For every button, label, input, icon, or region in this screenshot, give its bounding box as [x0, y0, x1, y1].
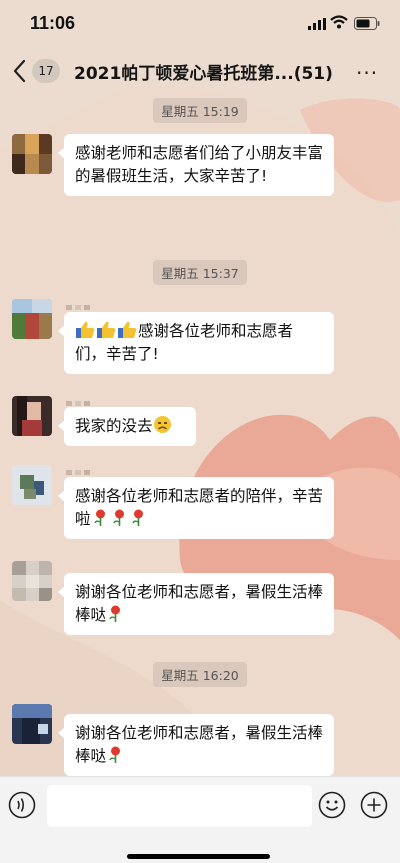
sad-face-emoji: [153, 416, 171, 433]
sender-name-blurred: [66, 461, 96, 475]
timestamp: 星期五 15:37: [0, 260, 400, 285]
rose-emoji: [109, 746, 121, 763]
emoji-icon[interactable]: [318, 791, 346, 819]
thumbs-up-emoji: [118, 321, 137, 338]
avatar[interactable]: [12, 299, 52, 339]
rose-emoji: [131, 509, 143, 526]
signal-icon: [308, 18, 326, 30]
sender-name-blurred: [66, 296, 96, 310]
input-bar: [0, 776, 400, 863]
avatar[interactable]: [12, 134, 52, 174]
avatar[interactable]: [12, 704, 52, 744]
voice-icon[interactable]: [8, 791, 36, 819]
back-button[interactable]: [10, 57, 32, 85]
timestamp: 星期五 16:20: [0, 662, 400, 687]
rose-emoji: [112, 509, 124, 526]
status-bar: 11:06: [0, 0, 400, 46]
wifi-icon: [330, 15, 348, 29]
thumbs-up-emoji: [76, 321, 95, 338]
timestamp: 星期五 15:19: [0, 98, 400, 123]
more-options-button[interactable]: ···: [356, 61, 378, 85]
message-input[interactable]: [47, 785, 312, 827]
avatar[interactable]: [12, 561, 52, 601]
avatar[interactable]: [12, 396, 52, 436]
message-text: 感谢老师和志愿者们给了小朋友丰富的暑假班生活，大家辛苦了!: [75, 144, 324, 185]
message-bubble[interactable]: 我家的没去: [58, 407, 196, 446]
message-bubble[interactable]: 感谢各位老师和志愿者们，辛苦了!: [58, 312, 334, 374]
chat-header: 17 2021帕丁顿爱心暑托班第...(51) ···: [0, 46, 400, 96]
message-bubble[interactable]: 感谢各位老师和志愿者的陪伴，辛苦啦: [58, 477, 334, 539]
message-bubble[interactable]: 谢谢各位老师和志愿者，暑假生活棒棒哒: [58, 573, 334, 635]
status-time: 11:06: [30, 13, 76, 33]
member-count: (51): [293, 64, 333, 84]
thumbs-up-emoji: [97, 321, 116, 338]
home-indicator: [127, 854, 270, 859]
message-list[interactable]: 星期五 15:19 感谢老师和志愿者们给了小朋友丰富的暑假班生活，大家辛苦了! …: [0, 96, 400, 776]
rose-emoji: [93, 509, 105, 526]
sender-name-blurred: [66, 392, 96, 406]
message-text: 我家的没去: [75, 417, 153, 435]
unread-count-badge[interactable]: 17: [32, 59, 60, 83]
rose-emoji: [109, 605, 121, 622]
plus-icon[interactable]: [360, 791, 388, 819]
avatar[interactable]: [12, 465, 52, 505]
battery-icon: [354, 17, 380, 30]
message-bubble[interactable]: 感谢老师和志愿者们给了小朋友丰富的暑假班生活，大家辛苦了!: [58, 134, 334, 196]
chat-title-text: 2021帕丁顿爱心暑托班第...: [74, 64, 294, 84]
chat-title[interactable]: 2021帕丁顿爱心暑托班第...(51): [74, 59, 333, 84]
message-bubble[interactable]: 谢谢各位老师和志愿者，暑假生活棒棒哒: [58, 714, 334, 776]
